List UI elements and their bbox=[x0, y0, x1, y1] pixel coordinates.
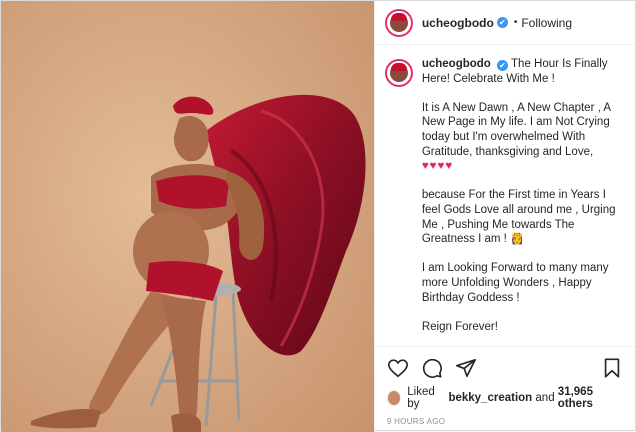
likes-count[interactable]: 31,965 others bbox=[558, 386, 623, 410]
photo-illustration bbox=[1, 1, 374, 432]
share-icon[interactable] bbox=[455, 357, 477, 379]
liker-username[interactable]: bekky_creation bbox=[448, 392, 532, 404]
post-timestamp[interactable]: 9 HOURS AGO bbox=[387, 417, 623, 426]
likes-prefix: Liked by bbox=[407, 386, 435, 410]
caption-text: ucheogbodo ✔ The Hour Is Finally Here! C… bbox=[422, 57, 625, 346]
liker-avatar[interactable] bbox=[386, 390, 402, 406]
caption-username[interactable]: ucheogbodo bbox=[422, 58, 491, 70]
avatar-headwrap bbox=[390, 63, 407, 71]
avatar-headwrap bbox=[390, 12, 407, 21]
heart-icon[interactable] bbox=[387, 357, 409, 379]
caption-area: ucheogbodo ✔ The Hour Is Finally Here! C… bbox=[375, 45, 635, 346]
likes-summary: Liked by bekky_creation and 31,965 other… bbox=[386, 386, 623, 410]
comment-icon[interactable] bbox=[421, 357, 443, 379]
following-button[interactable]: Following bbox=[521, 16, 572, 30]
author-avatar[interactable] bbox=[384, 8, 413, 37]
red-hearts-emoji: ♥♥♥♥ bbox=[421, 160, 454, 173]
instagram-post: ucheogbodo ✔ • Following ucheogbodo ✔ Th… bbox=[0, 0, 636, 432]
verified-badge-icon: ✔ bbox=[497, 60, 509, 71]
author-username[interactable]: ucheogbodo bbox=[422, 16, 494, 30]
caption-avatar[interactable] bbox=[384, 59, 413, 87]
action-bar bbox=[387, 355, 623, 381]
caption-paragraph-2: It is A New Dawn , A New Chapter , A New… bbox=[421, 101, 611, 158]
post-sidebar: ucheogbodo ✔ • Following ucheogbodo ✔ Th… bbox=[373, 1, 635, 432]
caption-paragraph-4: I am Looking Forward to many many more U… bbox=[421, 262, 609, 304]
post-photo[interactable] bbox=[1, 1, 374, 432]
caption-paragraph-5: Reign Forever! bbox=[421, 320, 498, 333]
verified-badge-icon: ✔ bbox=[496, 17, 508, 28]
princess-emoji: 👸 bbox=[510, 233, 525, 246]
separator-dot: • bbox=[513, 17, 518, 28]
post-footer: Liked by bekky_creation and 31,965 other… bbox=[374, 346, 635, 432]
likes-middle: and bbox=[535, 392, 555, 404]
post-header: ucheogbodo ✔ • Following bbox=[374, 1, 635, 45]
bookmark-icon[interactable] bbox=[601, 357, 623, 379]
